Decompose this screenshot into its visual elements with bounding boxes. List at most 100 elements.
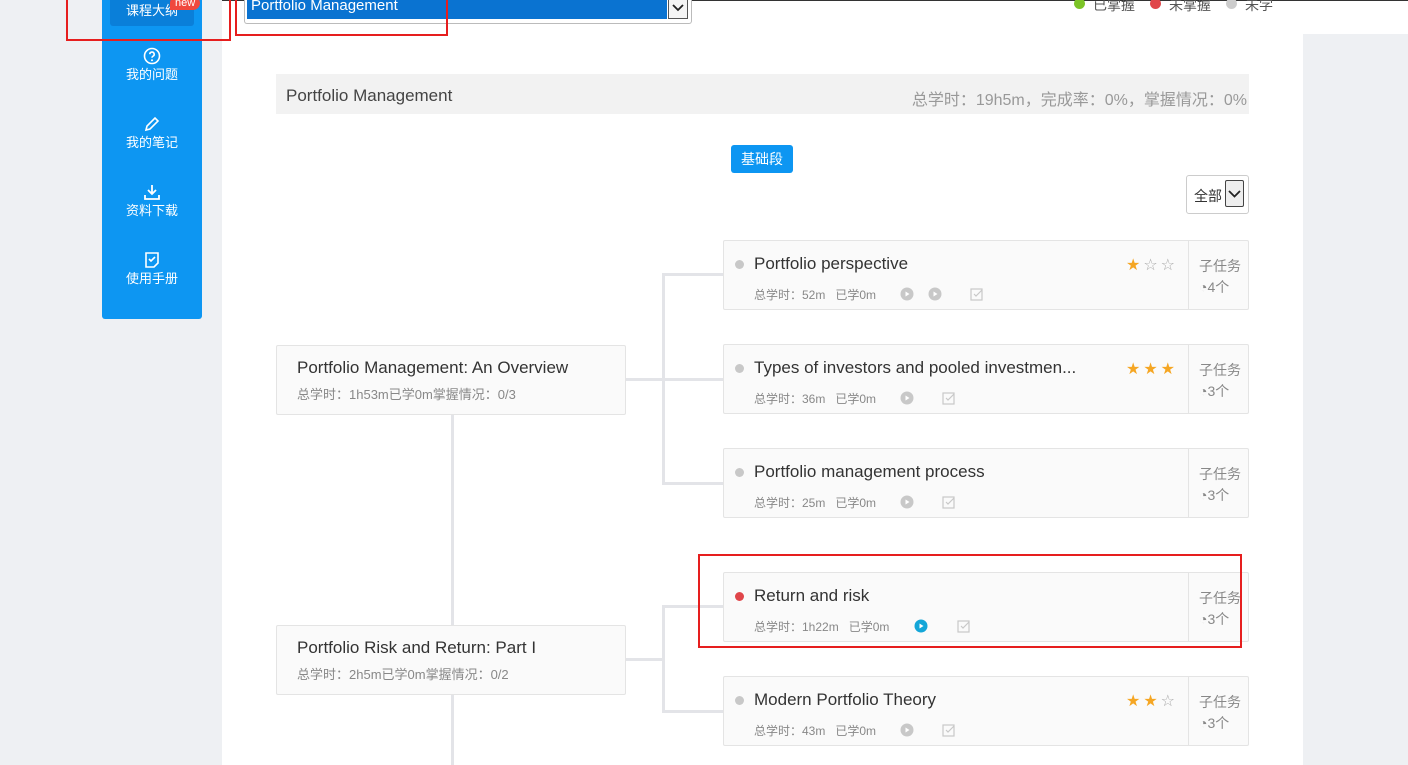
subtask-panel[interactable]: 子任务 ◔3个 bbox=[1188, 345, 1248, 413]
exercise-icon[interactable] bbox=[942, 495, 956, 509]
chevron-down-icon[interactable] bbox=[668, 0, 688, 19]
tree-connector bbox=[662, 273, 724, 276]
task-card[interactable]: Modern Portfolio Theory 总学时：43m 已学0m ★★☆ … bbox=[723, 676, 1249, 746]
star-filled-icon: ★ bbox=[1125, 257, 1144, 274]
task-meta: 总学时：36m 已学0m bbox=[754, 390, 876, 407]
task-total-time: 总学时：36m bbox=[754, 392, 826, 406]
tree-connector bbox=[662, 482, 724, 485]
chapter-title: Portfolio Management: An Overview bbox=[297, 358, 569, 377]
task-meta: 总学时：43m 已学0m bbox=[754, 722, 876, 739]
highlight-box bbox=[66, 0, 231, 41]
task-meta: 总学时：25m 已学0m bbox=[754, 494, 876, 511]
highlight-box bbox=[235, 0, 448, 36]
subtask-count-value: 3个 bbox=[1207, 383, 1230, 399]
difficulty-stars: ★☆☆ bbox=[1126, 255, 1178, 275]
highlight-box bbox=[698, 554, 1242, 648]
star-filled-icon: ★ bbox=[1143, 361, 1161, 378]
subtask-count: ◔3个 bbox=[1199, 485, 1229, 505]
legend-not-learned: 未学 bbox=[1226, 0, 1273, 12]
download-icon bbox=[144, 185, 160, 200]
course-stats: 总学时：19h5m，完成率：0%，掌握情况：0% bbox=[911, 92, 1247, 109]
tree-branch bbox=[662, 605, 665, 713]
status-dot-icon bbox=[735, 468, 744, 477]
status-dot-icon bbox=[735, 696, 744, 705]
stage-button[interactable]: 基础段 bbox=[731, 145, 793, 173]
exercise-icon[interactable] bbox=[970, 287, 984, 301]
tree-connector bbox=[662, 710, 724, 713]
tree-connector bbox=[626, 378, 664, 381]
subtask-label: 子任务 bbox=[1199, 258, 1241, 274]
sidebar-item-label: 使用手册 bbox=[125, 271, 178, 286]
task-learned-time: 已学0m bbox=[835, 392, 877, 406]
chevron-down-icon[interactable] bbox=[1225, 180, 1244, 207]
play-icon[interactable] bbox=[900, 723, 914, 737]
star-empty-icon: ☆ bbox=[1160, 693, 1178, 710]
subtask-count-value: 4个 bbox=[1207, 279, 1230, 295]
task-total-time: 总学时：43m bbox=[754, 724, 826, 738]
play-icon[interactable] bbox=[900, 495, 914, 509]
sidebar-item-questions[interactable]: 我的问题 bbox=[102, 47, 202, 83]
sidebar: 课程大纲 new 我的问题 我的笔记 资料下载 使用手册 bbox=[102, 0, 202, 319]
task-total-time: 总学时：25m bbox=[754, 496, 826, 510]
task-learned-time: 已学0m bbox=[835, 288, 877, 302]
subtask-label: 子任务 bbox=[1199, 694, 1241, 710]
task-card[interactable]: Portfolio management process 总学时：25m 已学0m… bbox=[723, 448, 1249, 518]
tree-trunk-line bbox=[451, 414, 454, 765]
subtask-panel[interactable]: 子任务 ◔4个 bbox=[1188, 241, 1248, 309]
subtask-count: ◔3个 bbox=[1199, 381, 1229, 401]
play-icon[interactable] bbox=[900, 287, 914, 301]
star-empty-icon: ☆ bbox=[1143, 257, 1161, 274]
tree-connector bbox=[662, 378, 724, 381]
task-title: Modern Portfolio Theory bbox=[754, 690, 937, 709]
task-card[interactable]: Types of investors and pooled investmen.… bbox=[723, 344, 1249, 414]
star-filled-icon: ★ bbox=[1125, 361, 1144, 378]
star-filled-icon: ★ bbox=[1160, 361, 1178, 378]
legend-mastered: 已掌握 bbox=[1074, 0, 1135, 12]
subtask-label: 子任务 bbox=[1199, 362, 1241, 378]
chapter-node[interactable]: Portfolio Risk and Return: Part I 总学时：2h… bbox=[276, 625, 626, 695]
mastered-dot-icon bbox=[1074, 0, 1085, 9]
not-mastered-dot-icon bbox=[1150, 0, 1161, 9]
sidebar-item-manual[interactable]: 使用手册 bbox=[102, 251, 202, 287]
exercise-icon[interactable] bbox=[942, 391, 956, 405]
task-title: Portfolio perspective bbox=[754, 254, 909, 273]
chapter-stats: 总学时：1h53m已学0m掌握情况：0/3 bbox=[297, 387, 516, 402]
chapter-stats: 总学时：2h5m已学0m掌握情况：0/2 bbox=[297, 667, 509, 682]
subtask-label: 子任务 bbox=[1199, 466, 1241, 482]
star-empty-icon: ☆ bbox=[1160, 257, 1178, 274]
status-dot-icon bbox=[735, 364, 744, 373]
filter-value: 全部 bbox=[1194, 188, 1222, 204]
subtask-panel[interactable]: 子任务 ◔3个 bbox=[1188, 677, 1248, 745]
difficulty-stars: ★★★ bbox=[1126, 359, 1178, 379]
legend-label: 未学 bbox=[1245, 0, 1273, 12]
subtask-count: ◔3个 bbox=[1199, 713, 1229, 733]
pencil-icon bbox=[144, 116, 160, 132]
right-gutter bbox=[1303, 34, 1408, 765]
difficulty-stars: ★★☆ bbox=[1126, 691, 1178, 711]
subtask-count-value: 3个 bbox=[1207, 715, 1230, 731]
chapter-node[interactable]: Portfolio Management: An Overview 总学时：1h… bbox=[276, 345, 626, 415]
sidebar-item-downloads[interactable]: 资料下载 bbox=[102, 183, 202, 219]
subtask-count: ◔4个 bbox=[1199, 277, 1229, 297]
task-learned-time: 已学0m bbox=[835, 724, 877, 738]
sidebar-item-notes[interactable]: 我的笔记 bbox=[102, 115, 202, 151]
manual-icon bbox=[145, 252, 159, 268]
task-title: Types of investors and pooled investmen.… bbox=[754, 358, 1077, 377]
task-card[interactable]: Portfolio perspective 总学时：52m 已学0m ★☆☆ 子任… bbox=[723, 240, 1249, 310]
not-learned-dot-icon bbox=[1226, 0, 1237, 9]
task-meta: 总学时：52m 已学0m bbox=[754, 286, 876, 303]
task-learned-time: 已学0m bbox=[835, 496, 877, 510]
filter-select[interactable]: 全部 bbox=[1186, 175, 1249, 214]
sidebar-item-label: 我的笔记 bbox=[125, 135, 178, 150]
tree-connector bbox=[626, 658, 664, 661]
course-title: Portfolio Management bbox=[286, 86, 453, 105]
task-total-time: 总学时：52m bbox=[754, 288, 826, 302]
subtask-panel[interactable]: 子任务 ◔3个 bbox=[1188, 449, 1248, 517]
star-filled-icon: ★ bbox=[1143, 693, 1161, 710]
exercise-icon[interactable] bbox=[942, 723, 956, 737]
play-icon[interactable] bbox=[928, 287, 942, 301]
chapter-title: Portfolio Risk and Return: Part I bbox=[297, 638, 537, 657]
play-icon[interactable] bbox=[900, 391, 914, 405]
status-dot-icon bbox=[735, 260, 744, 269]
sidebar-item-label: 资料下载 bbox=[125, 203, 178, 218]
